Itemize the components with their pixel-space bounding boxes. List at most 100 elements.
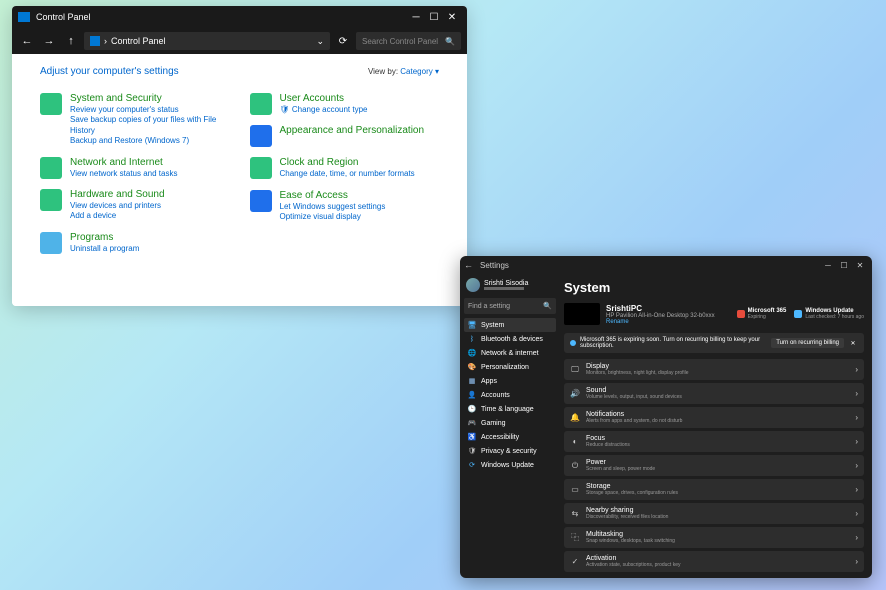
nav-item-network-internet[interactable]: 🌐Network & internet (464, 346, 556, 360)
category-title[interactable]: Hardware and Sound (70, 189, 230, 201)
category-sublink[interactable]: Add a device (70, 211, 230, 221)
card-title: Activation (586, 555, 849, 562)
m365-banner: Microsoft 365 is expiring soon. Turn on … (564, 333, 864, 353)
category-title[interactable]: Appearance and Personalization (280, 125, 440, 137)
nav-icon: 🕒 (468, 405, 476, 413)
category-title[interactable]: Programs (70, 232, 230, 244)
category-sublink[interactable]: Backup and Restore (Windows 7) (70, 136, 230, 146)
card-sub: Storage space, drives, configuration rul… (586, 490, 849, 496)
card-icon: ⏻ (570, 461, 580, 471)
settings-card-multitasking[interactable]: ⿻MultitaskingSnap windows, desktops, tas… (564, 527, 864, 548)
quick-link[interactable]: Microsoft 365Expiring (737, 308, 787, 320)
chevron-right-icon: › (855, 509, 858, 518)
avatar (466, 278, 480, 292)
device-model: HP Pavilion All-in-One Desktop 32-b0xxx (606, 313, 725, 319)
card-icon: ▭ (570, 485, 580, 495)
banner-button[interactable]: Turn on recurring billing (771, 338, 844, 348)
settings-card-sound[interactable]: 🔊SoundVolume levels, output, input, soun… (564, 383, 864, 404)
nav-label: Time & language (481, 406, 534, 413)
settings-card-activation[interactable]: ✓ ActivationActivation state, subscriptio… (564, 551, 864, 572)
back-button[interactable]: ← (18, 32, 36, 50)
quick-link[interactable]: Windows UpdateLast checked: 7 hours ago (794, 308, 864, 320)
up-button[interactable]: ↑ (62, 32, 80, 50)
category-sublink[interactable]: Save backup copies of your files with Fi… (70, 115, 230, 136)
category-sublink[interactable]: Optimize visual display (280, 212, 440, 222)
settings-card-nearby-sharing[interactable]: ⇆Nearby sharingDiscoverability, received… (564, 503, 864, 524)
card-icon: ⇆ (570, 509, 580, 519)
card-title: Storage (586, 483, 849, 490)
search-placeholder: Find a setting (468, 303, 510, 310)
nav-item-privacy-security[interactable]: 🛡Privacy & security (464, 444, 556, 458)
category-title[interactable]: User Accounts (280, 93, 440, 105)
info-icon (570, 340, 576, 346)
category-sublink[interactable]: 🛡 Change account type (280, 105, 440, 115)
category-icon (40, 157, 62, 179)
rename-link[interactable]: Rename (606, 319, 725, 325)
category-sublink[interactable]: Let Windows suggest settings (280, 202, 440, 212)
category-icon (40, 189, 62, 211)
category-sublink[interactable]: Uninstall a program (70, 244, 230, 254)
settings-card-focus[interactable]: ◐FocusReduce distractions› (564, 431, 864, 452)
category-icon (250, 157, 272, 179)
nav-item-windows-update[interactable]: ⟳Windows Update (464, 458, 556, 472)
address-text: Control Panel (111, 36, 166, 46)
card-title: Focus (586, 435, 849, 442)
nav-icon: ᛒ (468, 335, 476, 343)
refresh-button[interactable]: ⟳ (334, 36, 352, 47)
close-button[interactable]: ✕ (852, 261, 868, 270)
category-sublink[interactable]: Change date, time, or number formats (280, 169, 440, 179)
category-sublink[interactable]: View devices and printers (70, 201, 230, 211)
category-title[interactable]: Ease of Access (280, 190, 440, 202)
cp-body: Adjust your computer's settings View by:… (12, 54, 467, 306)
nav-item-bluetooth-devices[interactable]: ᛒBluetooth & devices (464, 332, 556, 346)
address-bar[interactable]: › Control Panel ⌄ (84, 32, 330, 50)
cp-category: Hardware and SoundView devices and print… (40, 189, 230, 222)
settings-main: System SrishtiPC HP Pavilion All-in-One … (558, 274, 872, 578)
category-title[interactable]: System and Security (70, 93, 230, 105)
settings-card-power[interactable]: ⏻PowerScreen and sleep, power mode› (564, 455, 864, 476)
category-title[interactable]: Network and Internet (70, 157, 230, 169)
settings-card-storage[interactable]: ▭ StorageStorage space, drives, configura… (564, 479, 864, 500)
maximize-button[interactable]: ☐ (425, 6, 443, 28)
search-icon: 🔍 (445, 37, 455, 46)
address-chevron: › (104, 36, 107, 46)
search-box[interactable]: Search Control Panel 🔍 (356, 32, 461, 50)
category-sublink[interactable]: View network status and tasks (70, 169, 230, 179)
card-icon: ◐ (570, 437, 580, 447)
back-button[interactable]: ← (464, 260, 480, 270)
control-panel-icon (18, 12, 30, 22)
cp-titlebar: Control Panel ─ ☐ ✕ (12, 6, 467, 28)
nav-item-personalization[interactable]: 🎨Personalization (464, 360, 556, 374)
card-sub: Activation state, subscriptions, product… (586, 562, 849, 568)
forward-button[interactable]: → (40, 32, 58, 50)
cp-title: Control Panel (36, 12, 407, 22)
nav-item-apps[interactable]: ▦Apps (464, 374, 556, 388)
profile[interactable]: Srishti Sisodia (464, 278, 556, 292)
card-icon: ✓ (570, 557, 580, 567)
settings-card-notifications[interactable]: 🔔NotificationsAlerts from apps and syste… (564, 407, 864, 428)
nav-item-system[interactable]: 🖥System (464, 318, 556, 332)
category-title[interactable]: Clock and Region (280, 157, 440, 169)
nav-label: Apps (481, 378, 497, 385)
category-sublink[interactable]: Review your computer's status (70, 105, 230, 115)
nav-label: Gaming (481, 420, 506, 427)
nav-item-accessibility[interactable]: ♿Accessibility (464, 430, 556, 444)
maximize-button[interactable]: ☐ (836, 261, 852, 270)
nav-label: Accounts (481, 392, 510, 399)
card-icon: 🔔 (570, 413, 580, 423)
nav-item-gaming[interactable]: 🎮Gaming (464, 416, 556, 430)
category-icon (250, 190, 272, 212)
chevron-right-icon: › (855, 437, 858, 446)
settings-search[interactable]: Find a setting 🔍 (464, 298, 556, 314)
view-by[interactable]: View by: Category ▾ (368, 67, 439, 76)
minimize-button[interactable]: ─ (407, 6, 425, 28)
close-button[interactable]: ✕ (443, 6, 461, 28)
nav-icon: 🎨 (468, 363, 476, 371)
nav-item-time-language[interactable]: 🕒 Time & language (464, 402, 556, 416)
nav-item-accounts[interactable]: 👤Accounts (464, 388, 556, 402)
search-placeholder: Search Control Panel (362, 37, 438, 46)
settings-card-display[interactable]: 🖵DisplayMonitors, brightness, night ligh… (564, 359, 864, 380)
address-dropdown-icon[interactable]: ⌄ (316, 36, 324, 47)
minimize-button[interactable]: ─ (820, 261, 836, 270)
banner-close-button[interactable]: ✕ (848, 340, 858, 347)
